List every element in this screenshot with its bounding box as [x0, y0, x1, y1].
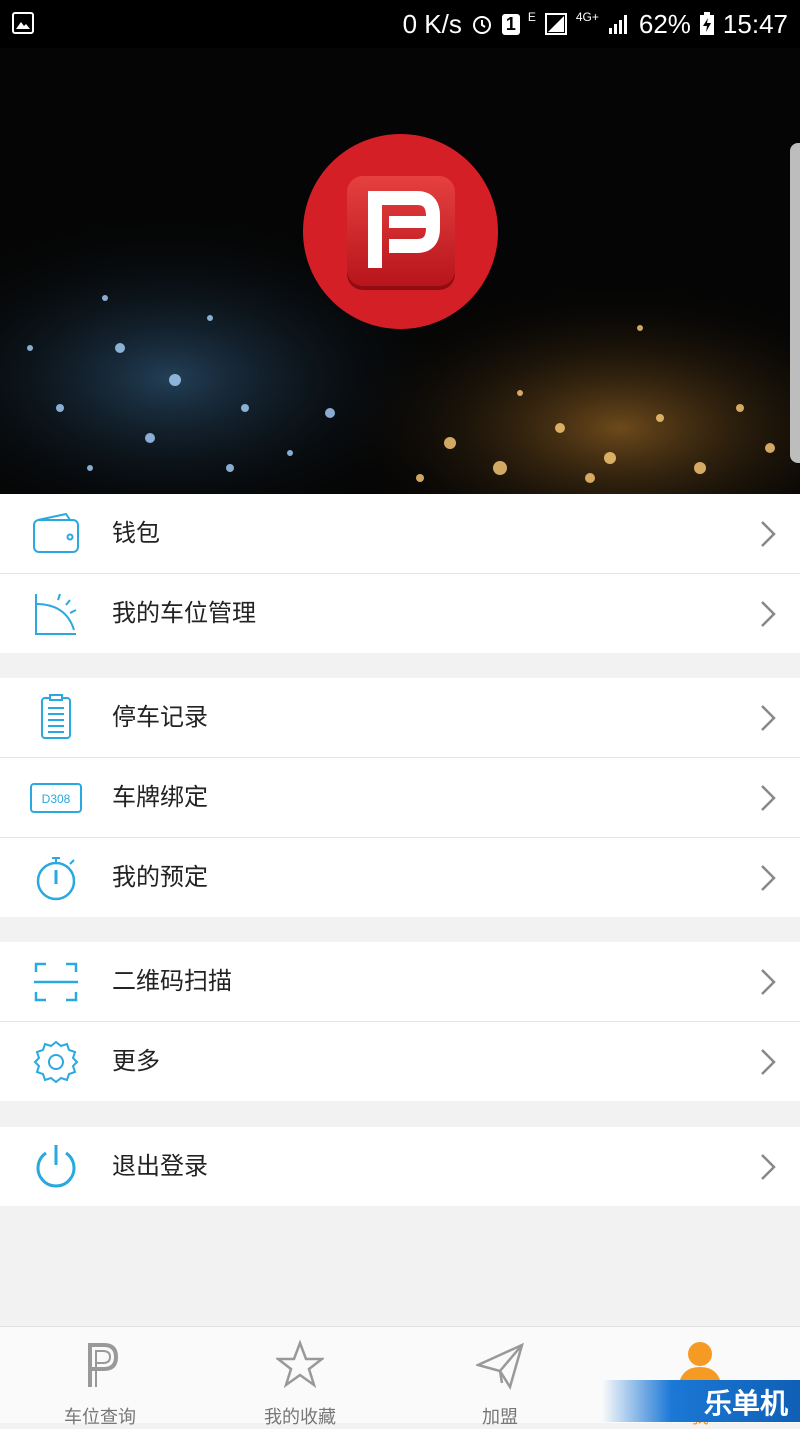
menu-label: 退出登录 [112, 1152, 208, 1180]
license-plate-icon: D308 [30, 783, 82, 813]
menu-item-more[interactable]: 更多 [0, 1022, 800, 1101]
menu-label: 我的预定 [112, 863, 208, 891]
chevron-right-icon [761, 865, 776, 891]
menu-item-my-reservations[interactable]: 我的预定 [0, 838, 800, 917]
menu-label: 停车记录 [112, 703, 208, 731]
tab-label: 加盟 [482, 1407, 518, 1428]
parking-p-logo-icon [347, 176, 455, 286]
gear-icon [33, 1040, 79, 1084]
plate-text: D308 [42, 792, 71, 806]
tab-parking-search[interactable]: 车位查询 [0, 1327, 200, 1428]
menu-label: 我的车位管理 [112, 599, 256, 627]
side-drawer-handle[interactable] [790, 143, 800, 463]
chevron-right-icon [761, 785, 776, 811]
menu-item-license-plate-binding[interactable]: D308 车牌绑定 [0, 758, 800, 838]
watermark: 乐单机 [602, 1380, 800, 1422]
battery-charging-icon [699, 12, 714, 35]
star-icon [276, 1339, 324, 1389]
tab-favorites[interactable]: 我的收藏 [200, 1327, 400, 1428]
scan-icon [34, 962, 78, 1002]
chevron-right-icon [761, 1154, 776, 1180]
paper-plane-icon [476, 1342, 524, 1391]
profile-header [0, 48, 800, 494]
chevron-right-icon [761, 1049, 776, 1075]
watermark-text: 乐单机 [703, 1387, 788, 1420]
menu-label: 车牌绑定 [112, 783, 208, 811]
menu-label: 更多 [112, 1047, 160, 1075]
menu-group-logout: 退出登录 [0, 1127, 800, 1206]
menu-item-qr-scan[interactable]: 二维码扫描 [0, 942, 800, 1022]
gallery-notification-icon [12, 12, 34, 34]
app-logo [303, 134, 498, 329]
menu-label: 钱包 [112, 519, 160, 547]
network-type-e: E [527, 10, 536, 24]
stopwatch-icon [36, 857, 76, 901]
chevron-right-icon [761, 521, 776, 547]
clock: 15:47 [722, 8, 788, 39]
tab-join[interactable]: 加盟 [400, 1327, 600, 1428]
power-icon [36, 1145, 76, 1188]
chevron-right-icon [761, 969, 776, 995]
network-type-4g: 4G+ [575, 10, 599, 24]
network-speed: 0 K/s [402, 8, 462, 39]
signal-bars-icon [608, 15, 627, 34]
clipboard-icon [41, 694, 71, 739]
menu-label: 二维码扫描 [112, 967, 232, 995]
menu-item-wallet[interactable]: 钱包 [0, 494, 800, 574]
alarm-icon [472, 16, 491, 34]
menu-group-tools: 二维码扫描 更多 [0, 942, 800, 1101]
tab-label: 我的收藏 [264, 1407, 336, 1428]
parking-p-icon [88, 1343, 119, 1387]
status-bar: 0 K/s 1 E 4G+ 62% 15:47 [0, 0, 800, 48]
tab-label: 车位查询 [64, 1407, 136, 1428]
battery-percent: 62% [638, 8, 691, 39]
sim-badge: 1 [501, 13, 520, 35]
menu-item-parking-records[interactable]: 停车记录 [0, 678, 800, 758]
chevron-right-icon [761, 705, 776, 731]
menu-item-parking-space-management[interactable]: 我的车位管理 [0, 574, 800, 653]
parking-space-icon [35, 593, 77, 635]
menu-group-parking: 停车记录 D308 车牌绑定 我的预定 [0, 678, 800, 917]
menu-item-logout[interactable]: 退出登录 [0, 1127, 800, 1206]
signal-icon-sim1 [544, 13, 567, 35]
menu-group-account: 钱包 我的车位管理 [0, 494, 800, 653]
wallet-icon [33, 512, 79, 553]
chevron-right-icon [761, 601, 776, 627]
